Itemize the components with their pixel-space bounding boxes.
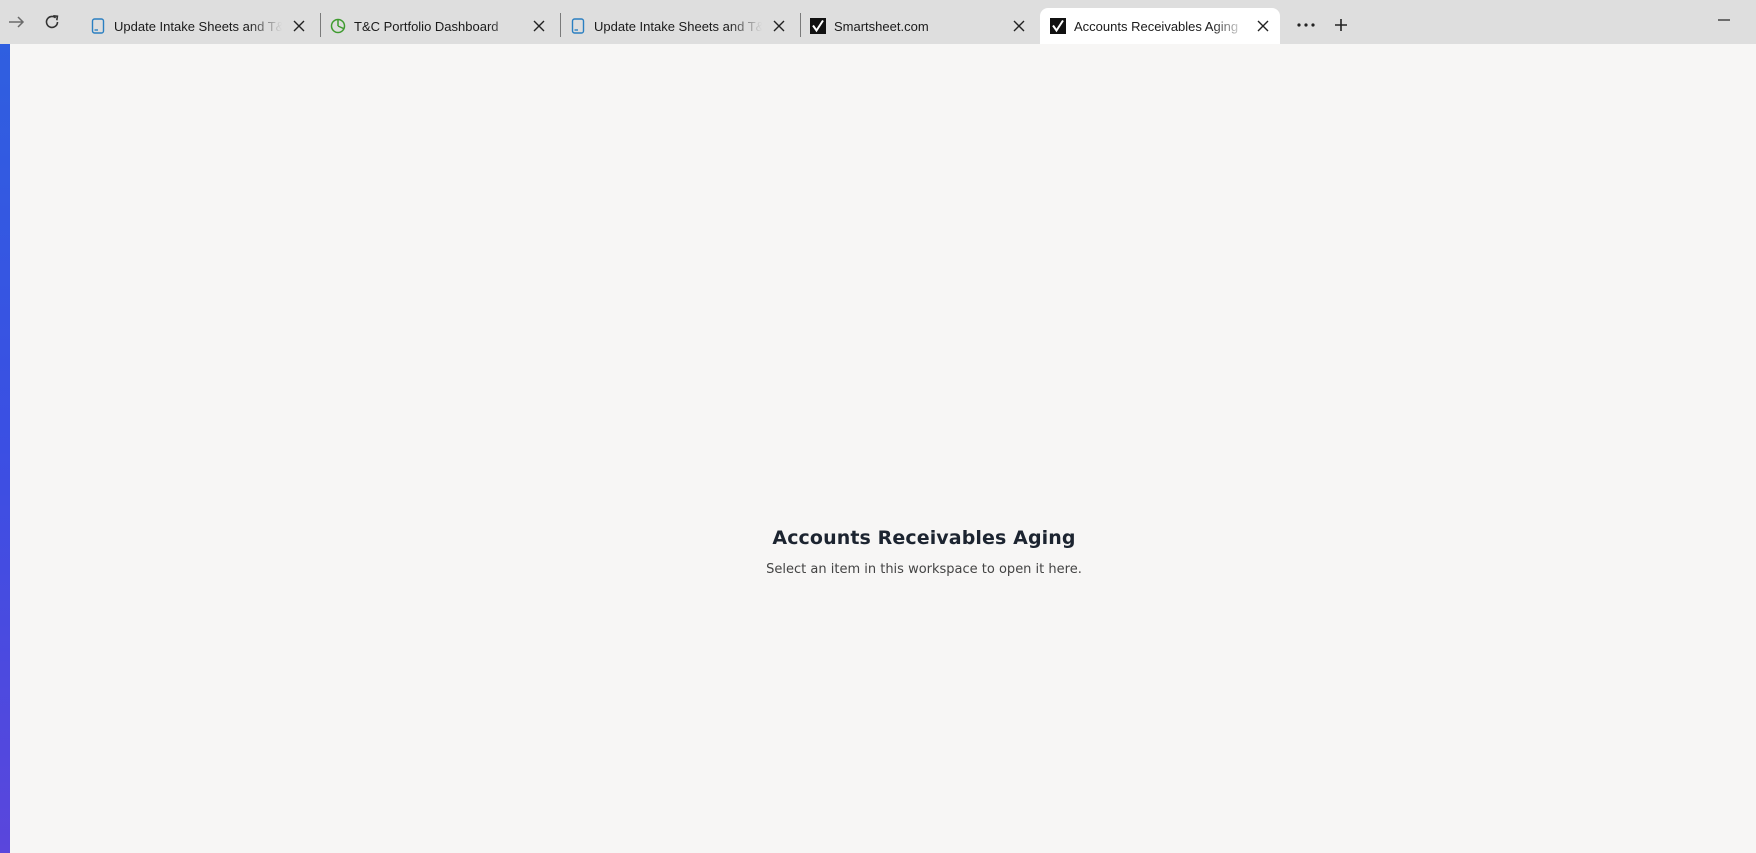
dashboard-icon — [330, 18, 346, 34]
tab-overflow-button[interactable] — [1291, 14, 1321, 36]
plus-icon — [1335, 19, 1347, 31]
browser-tab[interactable]: T&C Portfolio Dashboard — [320, 8, 556, 44]
browser-tab-bar: Update Intake Sheets and T&C T&C Portfol… — [0, 0, 1756, 44]
browser-tab[interactable]: Smartsheet.com — [800, 8, 1036, 44]
empty-workspace-panel: Accounts Receivables Aging Select an ite… — [0, 527, 1756, 577]
browser-tab[interactable]: Update Intake Sheets and T&C — [560, 8, 796, 44]
browser-tab[interactable]: Update Intake Sheets and T&C — [80, 8, 316, 44]
close-icon — [1013, 20, 1025, 32]
close-tab-button[interactable] — [288, 15, 310, 37]
close-tab-button[interactable] — [1008, 15, 1030, 37]
more-horizontal-icon — [1297, 23, 1315, 27]
arrow-right-icon — [9, 16, 25, 28]
tab-title: Smartsheet.com — [834, 18, 929, 34]
sheet-icon — [90, 18, 106, 34]
tab-title: Update Intake Sheets and T&C — [594, 18, 762, 34]
workspace-title: Accounts Receivables Aging — [772, 527, 1076, 549]
close-tab-button[interactable] — [768, 15, 790, 37]
reload-icon — [45, 15, 59, 29]
smartsheet-logo-icon — [810, 18, 826, 34]
workspace-hint: Select an item in this workspace to open… — [766, 562, 1082, 577]
close-icon — [1257, 20, 1269, 32]
close-icon — [533, 20, 545, 32]
browser-tab-active[interactable]: Accounts Receivables Aging — [1040, 8, 1280, 44]
close-tab-button[interactable] — [1252, 15, 1274, 37]
sheet-icon — [570, 18, 586, 34]
reload-button[interactable] — [38, 10, 66, 34]
close-tab-button[interactable] — [528, 15, 550, 37]
minimize-window-button[interactable] — [1712, 8, 1736, 32]
close-icon — [293, 20, 305, 32]
workspace-accent-bar — [0, 44, 10, 853]
close-icon — [773, 20, 785, 32]
minimize-icon — [1718, 19, 1730, 21]
forward-button[interactable] — [3, 10, 31, 34]
tab-title: T&C Portfolio Dashboard — [354, 18, 499, 34]
tab-title: Accounts Receivables Aging — [1074, 18, 1239, 34]
tab-title: Update Intake Sheets and T&C — [114, 18, 282, 34]
new-tab-button[interactable] — [1328, 13, 1354, 37]
smartsheet-logo-icon — [1050, 18, 1066, 34]
